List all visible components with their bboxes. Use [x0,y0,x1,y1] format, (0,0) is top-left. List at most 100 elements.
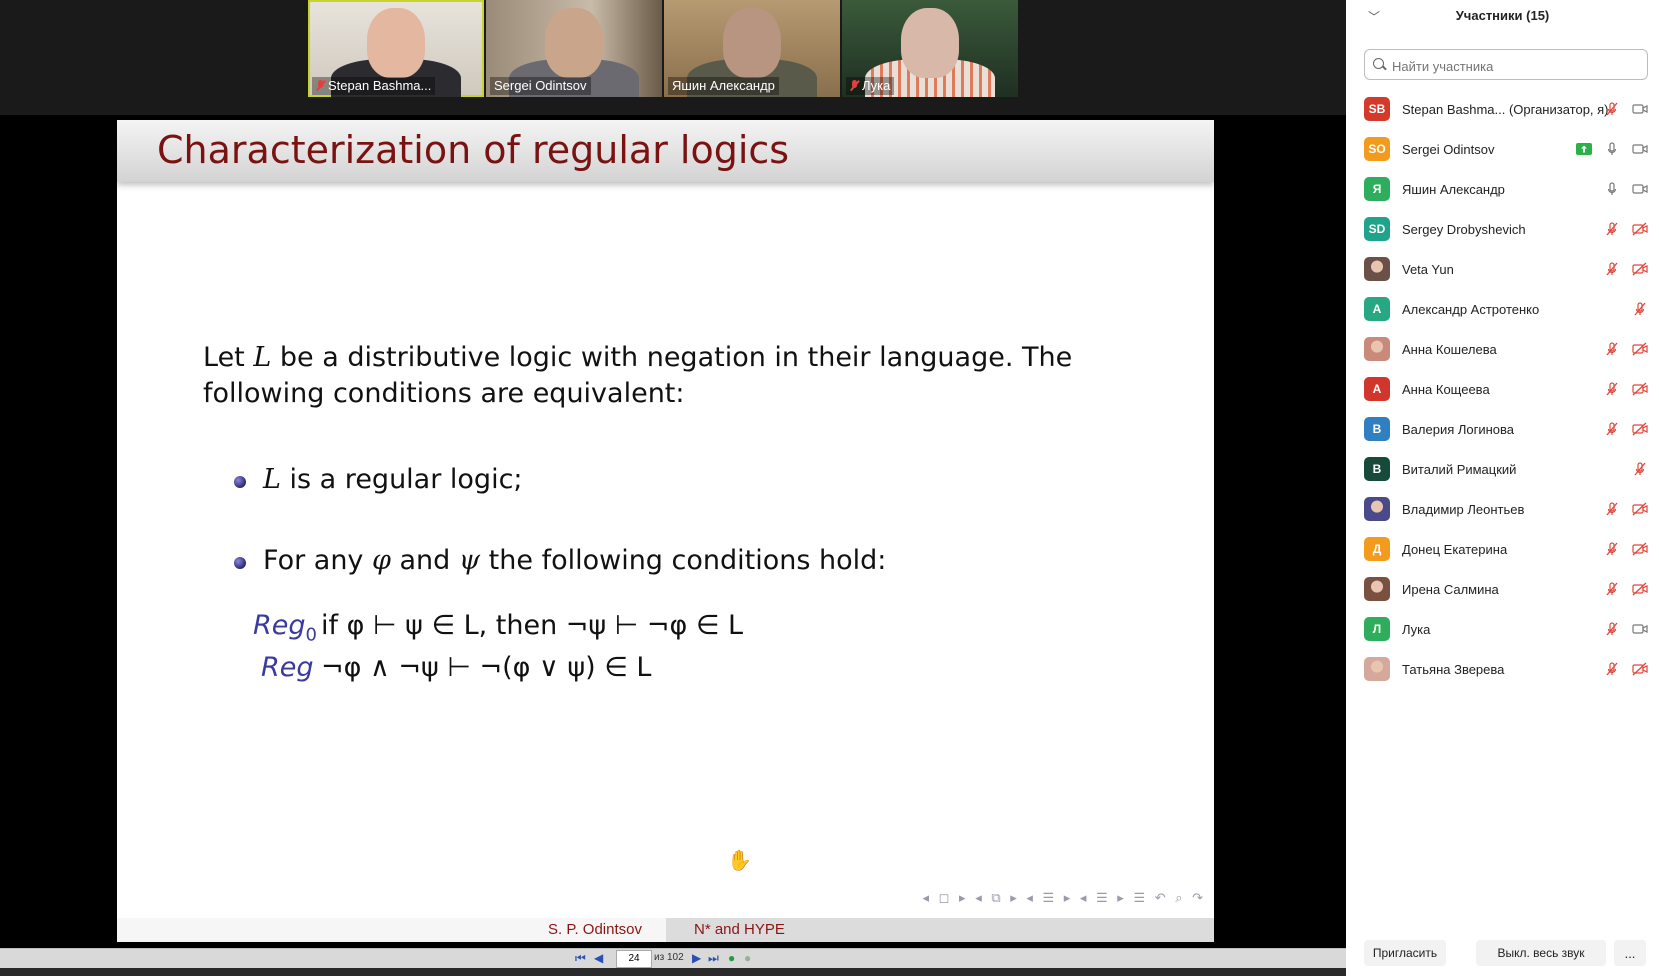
mic-icon[interactable] [1604,181,1620,197]
avatar: Д [1364,537,1390,561]
camera-icon[interactable] [1632,181,1648,197]
camera-off-icon[interactable] [1632,341,1648,357]
bullet-2-text-pre: For any [263,545,364,576]
participant-name: Владимир Леонтьев [1402,502,1525,517]
participants-panel: ﹀ Участники (15) SBStepan Bashma... (Орг… [1346,0,1659,976]
participant-row[interactable]: Д Донец Екатерина [1364,528,1659,569]
participant-name: Александр Астротенко [1402,302,1540,317]
footer-author: S. P. Odintsov [117,918,666,942]
math-phi: φ [372,545,391,576]
participant-row[interactable]: SB Stepan Bashma... (Организатор, я) [1364,88,1659,129]
avatar [1364,497,1390,521]
video-person-face [901,8,959,78]
camera-off-icon[interactable] [1632,221,1648,237]
video-name-label: Stepan Bashma... [312,77,436,95]
math-L: L [263,464,281,495]
video-name-text: Stepan Bashma... [328,78,432,93]
rule-formula-reg: ¬φ ∧ ¬ψ ⊢ ¬(φ ∨ ψ) ∈ L [321,652,652,683]
participant-row[interactable]: A Александр Астротенко [1364,288,1659,329]
avatar [1364,337,1390,361]
camera-icon[interactable] [1632,621,1648,637]
participant-row[interactable]: Татьяна Зверева [1364,648,1659,689]
rule-subscript: 0 [305,624,317,646]
mic-muted-icon[interactable] [1604,541,1620,557]
slide-intro-line-1: Let L be a distributive logic with negat… [203,342,1072,373]
camera-off-icon[interactable] [1632,421,1648,437]
video-name-label: Sergei Odintsov [490,77,591,95]
avatar: Я [1364,177,1390,201]
participant-search-input[interactable] [1390,54,1644,78]
mic-muted-icon[interactable] [1604,381,1620,397]
hand-cursor-icon: ✋ [727,850,752,872]
mic-icon[interactable] [1604,141,1620,157]
video-thumbnail-1[interactable]: Sergei Odintsov [486,0,662,97]
rule-name: Reg [253,610,306,641]
intro-text-rest: be a distributive logic with negation in… [279,342,1073,373]
first-page-icon[interactable]: ⏮ [575,951,586,966]
participant-name: Анна Кошелева [1402,342,1497,357]
slide-header-band: Characterization of regular logics [117,120,1214,182]
beamer-navigation-symbols[interactable]: ◂ ◻ ▸ ◂ ⧉ ▸ ◂ ☰ ▸ ◂ ☰ ▸ ☰ ↶ ⌕ ↷ [814,890,1214,910]
participant-name: Виталий Римацкий [1402,462,1517,477]
camera-icon[interactable] [1632,101,1648,117]
mic-muted-icon[interactable] [1632,301,1648,317]
previous-page-icon[interactable]: ◀ [594,951,603,965]
participant-row[interactable]: SO Sergei Odintsov [1364,128,1659,169]
participant-name: Донец Екатерина [1402,542,1508,557]
next-page-icon[interactable]: ▶ [692,951,701,965]
video-thumbnail-3[interactable]: Лука [842,0,1018,97]
participant-search-box[interactable] [1364,49,1648,80]
bullet-item-1: L is a regular logic; [263,464,523,495]
video-strip: Stepan Bashma... Sergei Odintsov Яшин Ал… [0,0,1346,115]
avatar: SB [1364,97,1390,121]
search-icon [1373,58,1384,69]
bullet-icon [234,557,246,569]
bullet-2-text-and: and [399,545,451,576]
participant-name: Лука [1402,622,1431,637]
participant-row[interactable]: B Виталий Римацкий [1364,448,1659,489]
camera-off-icon[interactable] [1632,381,1648,397]
pdf-viewer-toolbar: ⏮ ◀ 24 из 102 ▶ ⏭ ● ● [0,948,1346,969]
camera-off-icon[interactable] [1632,661,1648,677]
mic-muted-icon [316,80,325,91]
invite-button[interactable]: Пригласить [1364,940,1446,966]
mic-muted-icon[interactable] [1604,501,1620,517]
more-options-button[interactable]: ... [1614,940,1646,966]
participant-row[interactable]: Владимир Леонтьев [1364,488,1659,529]
participant-row[interactable]: Л Лука [1364,608,1659,649]
mute-all-button[interactable]: Выкл. весь звук [1476,940,1606,966]
participant-row[interactable]: Ирена Салмина [1364,568,1659,609]
last-page-icon[interactable]: ⏭ [708,951,719,966]
camera-off-icon[interactable] [1632,541,1648,557]
mic-muted-icon[interactable] [1604,581,1620,597]
avatar: Л [1364,617,1390,641]
video-thumbnail-0[interactable]: Stepan Bashma... [308,0,484,97]
participant-row[interactable]: Veta Yun [1364,248,1659,289]
page-number-input[interactable]: 24 [616,950,652,968]
video-thumbnail-2[interactable]: Яшин Александр [664,0,840,97]
participants-title: Участники (15) [1455,8,1550,23]
camera-off-icon[interactable] [1632,261,1648,277]
camera-icon[interactable] [1632,141,1648,157]
mic-muted-icon[interactable] [1604,101,1620,117]
participant-row[interactable]: Я Яшин Александр [1364,168,1659,209]
screen-share-icon [1576,143,1592,155]
mic-muted-icon[interactable] [1632,461,1648,477]
mic-muted-icon[interactable] [1604,261,1620,277]
mic-muted-icon[interactable] [1604,621,1620,637]
participant-row[interactable]: Анна Кошелева [1364,328,1659,369]
video-name-text: Sergei Odintsov [494,78,587,93]
back-icon[interactable]: ● [728,951,735,965]
forward-icon[interactable]: ● [744,951,751,965]
participant-row[interactable]: B Валерия Логинова [1364,408,1659,449]
mic-muted-icon[interactable] [1604,341,1620,357]
camera-off-icon[interactable] [1632,501,1648,517]
mic-muted-icon[interactable] [1604,421,1620,437]
mic-muted-icon[interactable] [1604,661,1620,677]
participant-row[interactable]: A Анна Кощеева [1364,368,1659,409]
participant-name: Sergei Odintsov [1402,142,1495,157]
avatar: B [1364,457,1390,481]
mic-muted-icon[interactable] [1604,221,1620,237]
participant-row[interactable]: SD Sergey Drobyshevich [1364,208,1659,249]
camera-off-icon[interactable] [1632,581,1648,597]
